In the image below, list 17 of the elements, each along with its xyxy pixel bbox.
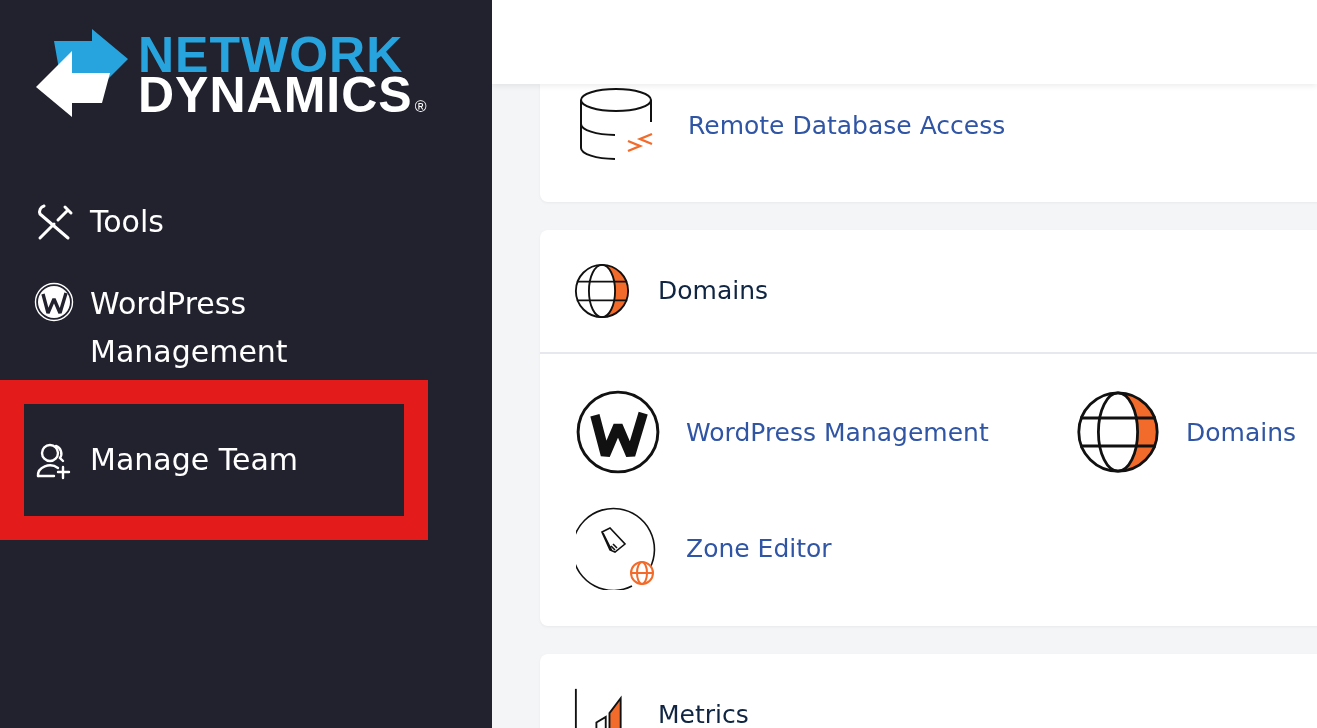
wordpress-logo-icon bbox=[576, 390, 660, 474]
section-title: Domains bbox=[658, 278, 769, 304]
globe-icon bbox=[1076, 390, 1160, 474]
section-title: Metrics bbox=[658, 702, 749, 728]
tool-link[interactable]: Domains bbox=[1076, 390, 1297, 474]
logo-wordmark: NETWORK bbox=[138, 35, 404, 75]
globe-icon bbox=[574, 263, 630, 319]
sidebar-item[interactable]: WordPress Management bbox=[34, 280, 334, 376]
logo-wordmark: DYNAMICS bbox=[138, 75, 413, 115]
registered-mark: ® bbox=[414, 99, 427, 115]
sidebar-item[interactable]: Manage Team bbox=[34, 438, 298, 482]
tool-link[interactable]: Zone Editor bbox=[576, 506, 832, 590]
tool-link[interactable]: Remote Database Access bbox=[580, 88, 1006, 162]
database-icon bbox=[580, 88, 654, 162]
sidebar-item[interactable]: Tools bbox=[34, 200, 164, 244]
tool-link[interactable]: WordPress Management bbox=[576, 390, 989, 474]
wordpress-logo-icon bbox=[34, 282, 74, 322]
